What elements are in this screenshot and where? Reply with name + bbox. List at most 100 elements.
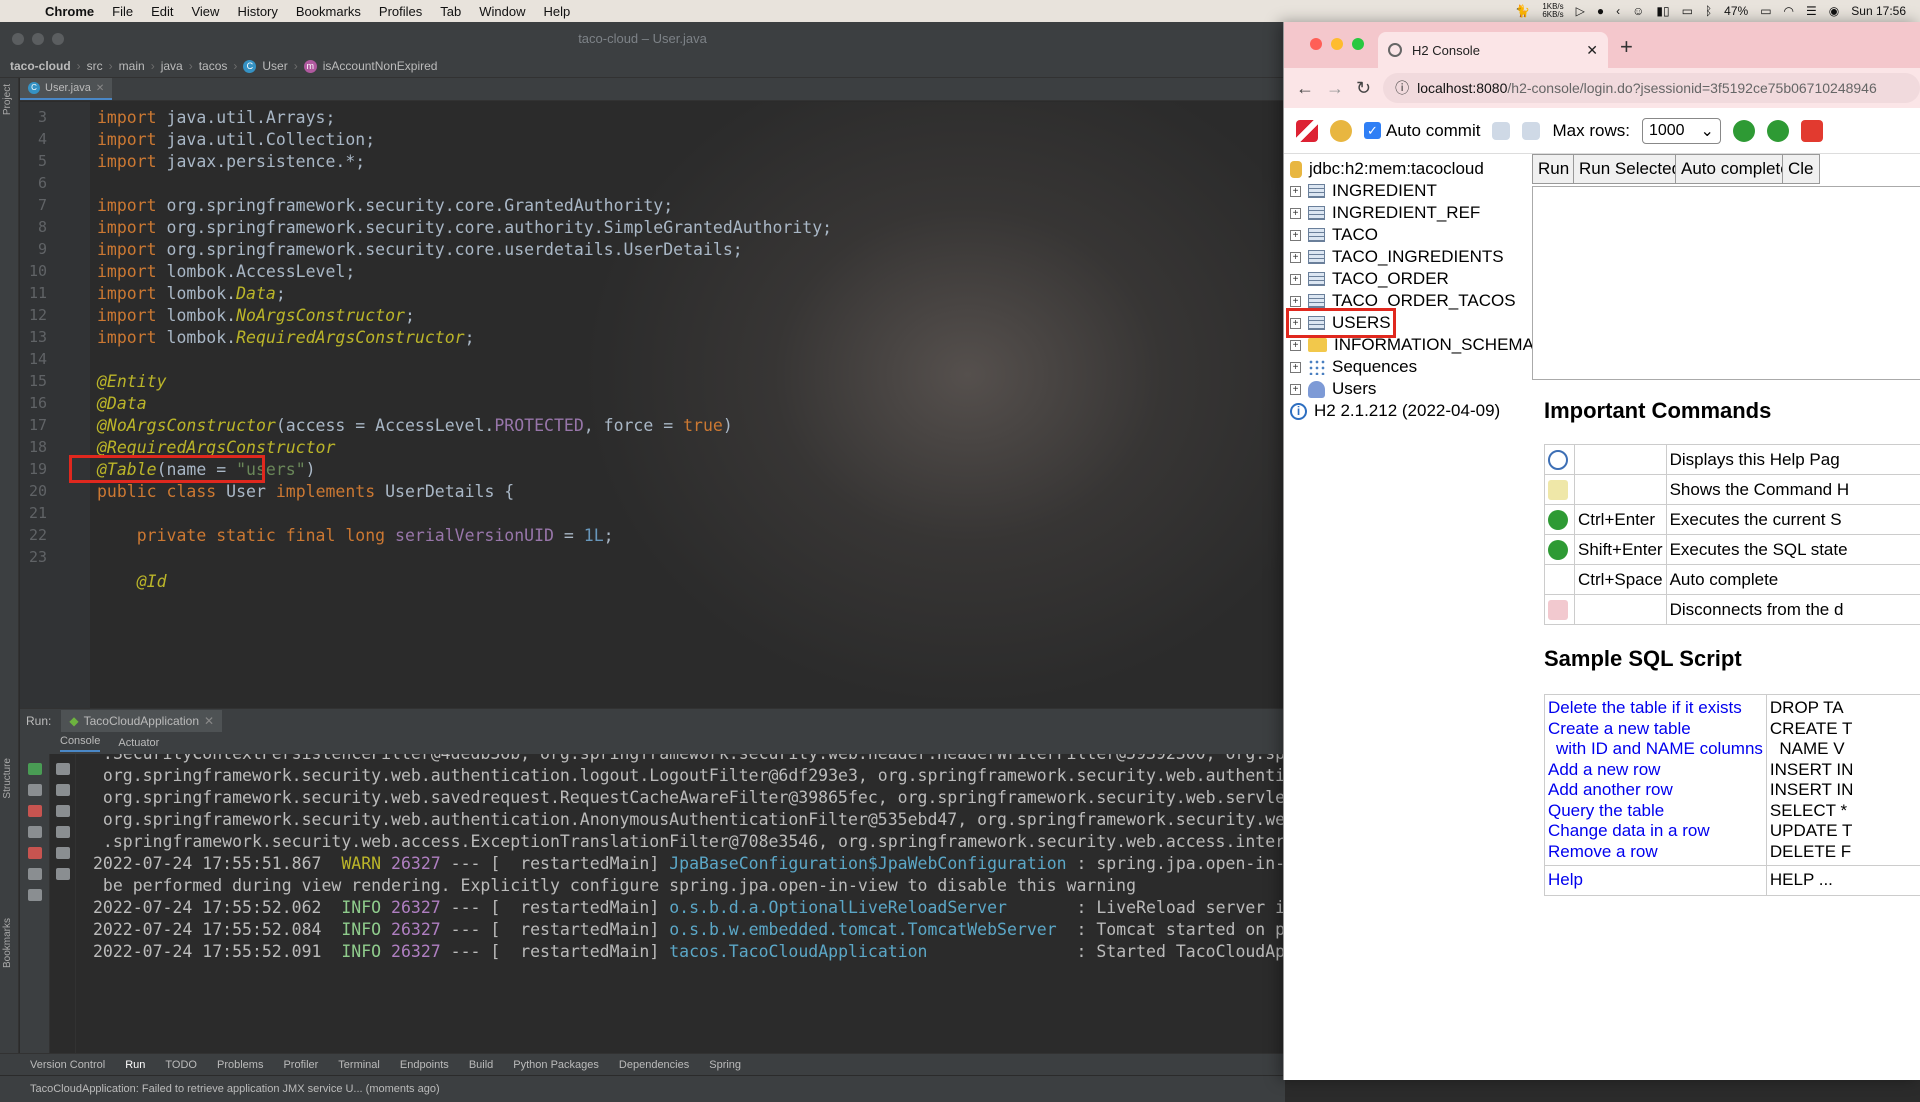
info-icon[interactable]: ⓘ [1395,78,1409,98]
siri-icon[interactable]: ◉ [1829,4,1839,18]
sql-link-create-cols[interactable]: with ID and NAME columns [1548,739,1763,760]
bookmarks-tool-button[interactable]: Bookmarks [2,918,13,968]
pin-icon[interactable] [28,889,42,901]
reload-icon[interactable]: ↻ [1356,78,1371,99]
run-button[interactable]: Run [1532,154,1575,184]
breadcrumb-java[interactable]: java [161,59,183,73]
menu-edit[interactable]: Edit [142,4,182,19]
back-icon[interactable]: ← [1296,78,1314,99]
console-output[interactable]: .SecurityContextPersistenceFilter@4dedb3… [77,754,1285,1053]
spring-tab[interactable]: Spring [709,1059,741,1071]
actuator-tab[interactable]: Actuator [118,737,159,749]
project-tool-button[interactable]: Project [2,84,13,115]
history-icon[interactable] [1548,480,1568,500]
python-packages-tab[interactable]: Python Packages [513,1059,599,1071]
battery-percent[interactable]: 47% [1724,4,1748,18]
auto-complete-button[interactable]: Auto complete [1675,154,1796,184]
editor-tab-user-java[interactable]: C User.java ✕ [20,78,112,100]
address-bar[interactable]: ⓘ localhost:8080/h2-console/login.do?jse… [1383,73,1920,103]
minimize-window-button[interactable] [1331,38,1343,50]
new-tab-button[interactable]: + [1620,34,1633,60]
forward-icon[interactable]: → [1326,78,1344,99]
menu-tab[interactable]: Tab [431,4,470,19]
tree-item-database[interactable]: jdbc:h2:mem:tacocloud [1290,158,1484,180]
build-tab[interactable]: Build [469,1059,493,1071]
expand-icon[interactable]: + [1290,186,1301,197]
console-tab[interactable]: Console [60,735,100,752]
play-icon[interactable]: ▷ [1576,4,1585,18]
sql-link-delete[interactable]: Remove a row [1548,842,1763,863]
clear-button[interactable]: Cle [1782,154,1820,184]
sql-link-insert[interactable]: Add a new row [1548,760,1763,781]
menu-history[interactable]: History [228,4,286,19]
disconnect-icon[interactable] [1548,600,1568,620]
expand-icon[interactable]: + [1290,252,1301,263]
version-control-tab[interactable]: Version Control [30,1059,105,1071]
tree-item-table[interactable]: +TACO [1290,224,1378,246]
notification-icon[interactable]: ● [1597,4,1604,18]
menu-view[interactable]: View [182,4,228,19]
tree-item-table[interactable]: +INGREDIENT_REF [1290,202,1480,224]
disconnect-icon[interactable] [1296,120,1318,142]
exit-icon[interactable] [28,847,42,859]
cat-icon[interactable]: 🐈 [1515,4,1530,18]
print-icon[interactable] [56,847,70,859]
expand-icon[interactable]: + [1290,208,1301,219]
menu-app-name[interactable]: Chrome [36,4,103,19]
stop-icon[interactable] [1801,120,1823,142]
stats-icon[interactable]: ▮▯ [1656,4,1669,18]
auto-commit-checkbox[interactable]: ✓ Auto commit [1364,121,1480,141]
breadcrumb-user[interactable]: User [262,59,287,73]
run-tab[interactable]: ◆TacoCloudApplication✕ [61,710,222,732]
menu-file[interactable]: File [103,4,142,19]
sql-link-drop[interactable]: Delete the table if it exists [1548,698,1763,719]
tree-item-table[interactable]: +TACO_ORDER [1290,268,1449,290]
run-icon[interactable] [1733,120,1755,142]
wrench-icon[interactable] [28,784,42,796]
close-window-button[interactable] [1310,38,1322,50]
close-tab-icon[interactable]: ✕ [96,83,104,94]
trash-icon[interactable] [56,868,70,880]
structure-tool-button[interactable]: Structure [2,758,13,799]
clock[interactable]: Sun 17:56 [1851,4,1906,18]
problems-tab[interactable]: Problems [217,1059,263,1071]
breadcrumb-method[interactable]: isAccountNonExpired [323,59,438,73]
breadcrumb-src[interactable]: src [87,59,103,73]
tree-item-table[interactable]: +TACO_INGREDIENTS [1290,246,1504,268]
close-tab-icon[interactable]: ✕ [1586,42,1598,59]
run-tool-tab[interactable]: Run [125,1059,145,1071]
checkbox-checked-icon[interactable]: ✓ [1364,122,1381,139]
browser-tab-h2-console[interactable]: H2 Console ✕ [1378,32,1608,68]
status-message[interactable]: TacoCloudApplication: Failed to retrieve… [30,1083,440,1095]
sql-link-update[interactable]: Change data in a row [1548,821,1763,842]
refresh-icon[interactable] [1330,120,1352,142]
layout-icon[interactable] [28,868,42,880]
bluetooth-icon[interactable]: ᛒ [1705,4,1712,18]
expand-icon[interactable]: + [1290,340,1301,351]
menu-window[interactable]: Window [470,4,534,19]
chevron-left-icon[interactable]: ‹ [1616,4,1620,18]
expand-icon[interactable]: + [1290,384,1301,395]
rerun-icon[interactable] [28,763,42,775]
sql-link-query[interactable]: Query the table [1548,801,1763,822]
menu-bookmarks[interactable]: Bookmarks [287,4,370,19]
terminal-tab[interactable]: Terminal [338,1059,380,1071]
help-link[interactable]: Help [1548,870,1763,891]
soft-wrap-icon[interactable] [56,805,70,817]
run-selected-icon[interactable] [1767,120,1789,142]
tree-item-sequences[interactable]: +Sequences [1290,356,1417,378]
help-icon[interactable] [1548,450,1568,470]
scroll-to-end-icon[interactable] [56,826,70,838]
arrow-up-icon[interactable] [56,763,70,775]
tree-item-users[interactable]: +Users [1290,378,1376,400]
sql-input[interactable] [1532,186,1920,380]
max-rows-select[interactable]: 1000⌄ [1642,118,1721,144]
expand-icon[interactable]: + [1290,362,1301,373]
breadcrumb-tacos[interactable]: tacos [199,59,228,73]
run-selected-icon[interactable] [1548,540,1568,560]
breadcrumb-project[interactable]: taco-cloud [10,59,71,73]
breadcrumb-main[interactable]: main [119,59,145,73]
dependencies-tab[interactable]: Dependencies [619,1059,689,1071]
stop-icon[interactable] [28,805,42,817]
sql-link-create[interactable]: Create a new table [1548,719,1763,740]
